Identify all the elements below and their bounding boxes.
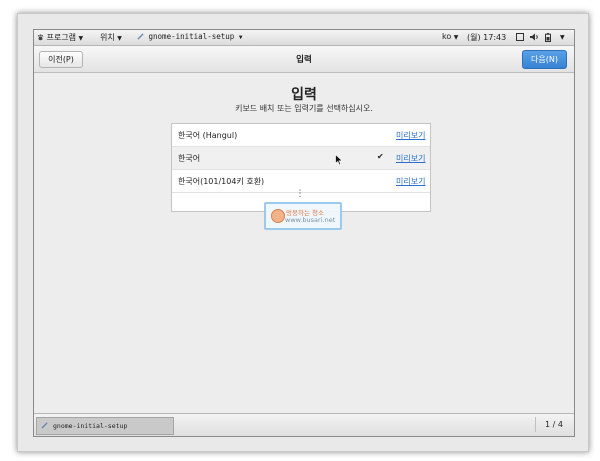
app-menu[interactable]: gnome-initial-setup ▼: [137, 32, 242, 41]
preview-link[interactable]: 미리보기: [396, 153, 425, 164]
screenshot-frame: 프로그램 ▼ 위치 ▼ gnome-initial-setup ▼ ko ▼ (…: [17, 13, 589, 452]
applications-menu[interactable]: 프로그램 ▼: [37, 32, 83, 43]
watermark-url: www.busari.net: [285, 216, 336, 224]
input-source-name: 한국어 (Hangul): [178, 131, 238, 140]
clock-label: (월) 17:43: [467, 33, 507, 42]
app-wrench-icon: [137, 33, 144, 40]
more-options-icon[interactable]: ⋮: [295, 190, 305, 202]
page-title: 입력: [291, 87, 317, 103]
applications-dropdown-icon: ▼: [78, 35, 84, 42]
places-menu[interactable]: 위치 ▼: [100, 32, 122, 43]
app-menu-label: gnome-initial-setup: [148, 32, 235, 41]
keyboard-layout-indicator[interactable]: ko ▼: [442, 32, 458, 41]
system-menu-dropdown-icon[interactable]: ▼: [560, 34, 565, 41]
watermark: 멍뭉하는 청소 www.busari.net: [264, 202, 342, 230]
foot-icon: [37, 34, 44, 41]
bottom-panel: gnome-initial-setup 1 / 4: [34, 413, 574, 436]
app-menu-dropdown-icon: ▼: [238, 34, 243, 41]
applications-label: 프로그램: [46, 33, 76, 42]
app-wrench-icon: [41, 422, 48, 429]
input-source-row-selected[interactable]: 한국어 ✔ 미리보기: [172, 147, 430, 169]
input-source-row[interactable]: 한국어 (Hangul) 미리보기: [172, 124, 430, 146]
page-subtitle: 키보드 배치 또는 입력기를 선택하십시오.: [235, 104, 373, 113]
places-dropdown-icon: ▼: [117, 35, 122, 42]
input-source-name: 한국어: [178, 154, 201, 163]
watermark-logo-icon: [271, 209, 285, 223]
clock[interactable]: (월) 17:43: [467, 32, 506, 43]
places-label: 위치: [100, 33, 115, 42]
next-button[interactable]: 다음(N): [522, 50, 567, 69]
keyboard-dropdown-icon: ▼: [453, 34, 459, 41]
window-icon[interactable]: [516, 33, 524, 43]
header-bar: 이전(P) 입력 다음(N): [34, 46, 574, 73]
taskbar-window-label: gnome-initial-setup: [53, 422, 128, 430]
battery-icon[interactable]: [545, 33, 551, 44]
taskbar-window-button[interactable]: gnome-initial-setup: [36, 417, 174, 435]
keyboard-layout-label: ko: [442, 32, 452, 41]
top-panel: 프로그램 ▼ 위치 ▼ gnome-initial-setup ▼ ko ▼ (…: [34, 30, 574, 46]
header-title: 입력: [296, 55, 312, 65]
desktop-screen: 프로그램 ▼ 위치 ▼ gnome-initial-setup ▼ ko ▼ (…: [33, 29, 575, 437]
mouse-cursor-icon: [335, 154, 343, 166]
input-source-name: 한국어(101/104키 호환): [178, 177, 265, 186]
volume-icon[interactable]: [530, 33, 539, 43]
input-source-list: 한국어 (Hangul) 미리보기 한국어 ✔ 미리보기 한국어(101/104…: [171, 123, 431, 212]
preview-link[interactable]: 미리보기: [396, 130, 425, 141]
preview-link[interactable]: 미리보기: [396, 176, 425, 187]
checkmark-icon: ✔: [377, 152, 384, 161]
workspace-switcher[interactable]: 1 / 4: [535, 417, 572, 432]
